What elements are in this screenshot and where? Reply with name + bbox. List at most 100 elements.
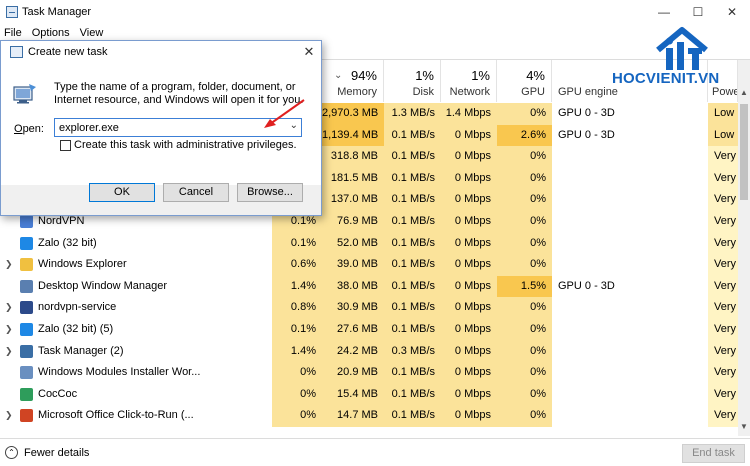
cell-power: Very lo	[708, 254, 738, 276]
vertical-scrollbar[interactable]: ▲ ▼	[738, 60, 750, 436]
cell-network: 0 Mbps	[441, 211, 497, 233]
maximize-icon[interactable]: ☐	[690, 4, 706, 20]
cell-gpu-engine	[552, 167, 708, 190]
cell-memory: 38.0 MB	[322, 275, 384, 298]
cell-network: 0 Mbps	[441, 405, 497, 427]
cell-power: Very lo	[708, 319, 738, 341]
cell-memory: 24.2 MB	[322, 340, 384, 363]
app-icon	[10, 46, 23, 58]
cell-cpu: 0.6%	[272, 254, 322, 276]
process-icon	[20, 323, 33, 336]
end-task-button[interactable]: End task	[682, 444, 745, 463]
process-icon	[20, 387, 33, 401]
cell-power: Very lo	[708, 211, 738, 233]
scrollbar-thumb[interactable]	[740, 104, 748, 200]
minimize-icon[interactable]: —	[656, 4, 672, 20]
gpu-label: GPU	[521, 86, 545, 98]
process-row[interactable]: 0%15.4 MB0.1 MB/s0 Mbps0%Very loCocCoc	[0, 383, 738, 406]
admin-privileges-label[interactable]: Create this task with administrative pri…	[74, 139, 297, 151]
expand-chevron-icon[interactable]: ❯	[5, 410, 13, 421]
cell-disk: 0.1 MB/s	[384, 297, 441, 319]
cell-network: 0 Mbps	[441, 124, 497, 147]
expand-chevron-icon[interactable]: ❯	[5, 346, 13, 357]
cell-gpu: 0%	[497, 189, 552, 211]
cell-memory: 76.9 MB	[322, 211, 384, 233]
cell-gpu: 0%	[497, 319, 552, 341]
dialog-title: Create new task	[28, 46, 108, 58]
expand-chevron-icon[interactable]: ❯	[5, 324, 13, 335]
gpu-engine-label: GPU engine	[558, 86, 618, 98]
fewer-details-icon[interactable]: ⌃	[5, 446, 18, 459]
cell-network: 0 Mbps	[441, 319, 497, 341]
cell-network: 0 Mbps	[441, 340, 497, 363]
close-icon[interactable]: ✕	[301, 44, 317, 60]
column-header-memory[interactable]: ⌄ 94% Memory	[322, 60, 384, 102]
cell-memory: 2,970.3 MB	[322, 103, 384, 125]
process-icon	[20, 344, 33, 358]
scroll-down-icon[interactable]: ▼	[738, 422, 750, 434]
process-name: Windows Modules Installer Wor...	[38, 366, 201, 379]
column-header-disk[interactable]: 1% Disk	[384, 60, 441, 102]
cell-power: Low	[708, 124, 738, 147]
cell-disk: 0.3 MB/s	[384, 340, 441, 363]
column-header-network[interactable]: 1% Network	[441, 60, 497, 102]
cell-gpu: 0%	[497, 362, 552, 384]
cell-network: 0 Mbps	[441, 189, 497, 211]
process-row[interactable]: 0%14.7 MB0.1 MB/s0 Mbps0%Very lo❯Microso…	[0, 405, 738, 427]
cell-gpu-engine	[552, 340, 708, 363]
cell-disk: 0.1 MB/s	[384, 146, 441, 168]
process-row[interactable]: 1.4%24.2 MB0.3 MB/s0 Mbps0% Very lo ❯ Task …	[0, 340, 738, 363]
process-row[interactable]: 0.1%52.0 MB0.1 MB/s0 Mbps0% Very lo Zalo (…	[0, 232, 738, 255]
cell-gpu: 0%	[497, 103, 552, 125]
logo-text: HOCVIENIT.VN	[612, 70, 720, 87]
browse-button[interactable]: Browse...	[237, 183, 303, 202]
cell-network: 0 Mbps	[441, 254, 497, 276]
network-label: Network	[449, 86, 490, 98]
cell-power: Very lo	[708, 383, 738, 406]
cell-gpu-engine: GPU 0 - 3D	[552, 103, 708, 125]
expand-chevron-icon[interactable]: ❯	[5, 259, 13, 270]
close-window-icon[interactable]: ✕	[724, 4, 740, 20]
open-label: Open:	[14, 123, 44, 135]
cell-memory: 20.9 MB	[322, 362, 384, 384]
cell-disk: 0.1 MB/s	[384, 189, 441, 211]
cell-power: Very lo	[708, 146, 738, 168]
admin-privileges-checkbox[interactable]	[60, 140, 71, 151]
cell-gpu-engine: GPU 0 - 3D	[552, 124, 708, 147]
cell-gpu: 2.6%	[497, 124, 552, 147]
cell-memory: 14.7 MB	[322, 405, 384, 427]
process-row[interactable]: 0.6%39.0 MB0.1 MB/s0 Mbps0% Very lo ❯ Windo…	[0, 254, 738, 276]
cell-memory: 137.0 MB	[322, 189, 384, 211]
cell-disk: 0.1 MB/s	[384, 124, 441, 147]
cell-power: Very lo	[708, 189, 738, 211]
cell-network: 0 Mbps	[441, 232, 497, 255]
fewer-details-link[interactable]: Fewer details	[24, 447, 89, 459]
process-row[interactable]: 0%20.9 MB0.1 MB/s0 Mbps0%Very loWindows …	[0, 362, 738, 384]
expand-chevron-icon[interactable]: ❯	[5, 302, 13, 313]
process-row[interactable]: 0.8%30.9 MB0.1 MB/s0 Mbps0% Very lo ❯ nordv…	[0, 297, 738, 319]
column-header-gpu[interactable]: 4% GPU	[497, 60, 552, 102]
cell-gpu: 1.5%	[497, 275, 552, 298]
cell-gpu-engine	[552, 146, 708, 168]
window-title: Task Manager	[22, 6, 92, 18]
process-row[interactable]: 1.4% 38.0 MB 0.1 MB/s 0 Mbps 1.5% GPU 0 - 3D V…	[0, 275, 738, 298]
cell-cpu: 1.4%	[272, 340, 322, 363]
footer: ⌃ Fewer details End task	[0, 438, 750, 466]
cell-power: Very lo	[708, 275, 738, 298]
cell-memory: 181.5 MB	[322, 167, 384, 190]
cell-network: 0 Mbps	[441, 362, 497, 384]
cell-memory: 15.4 MB	[322, 383, 384, 406]
ok-button[interactable]: OK	[89, 183, 155, 202]
cell-gpu: 0%	[497, 383, 552, 406]
cancel-button[interactable]: Cancel	[163, 183, 229, 202]
cell-gpu: 0%	[497, 340, 552, 363]
scroll-up-icon[interactable]: ▲	[738, 88, 750, 100]
process-icon	[20, 215, 33, 228]
cell-cpu: 1.4%	[272, 275, 322, 298]
process-name: nordvpn-service	[38, 301, 117, 314]
cell-network: 0 Mbps	[441, 297, 497, 319]
memory-total: 94%	[350, 68, 377, 83]
memory-label: Memory	[337, 86, 377, 98]
open-input[interactable]: explorer.exe	[59, 122, 119, 134]
process-row[interactable]: 0.1%27.6 MB0.1 MB/s0 Mbps0% Very lo ❯ Zalo …	[0, 319, 738, 341]
